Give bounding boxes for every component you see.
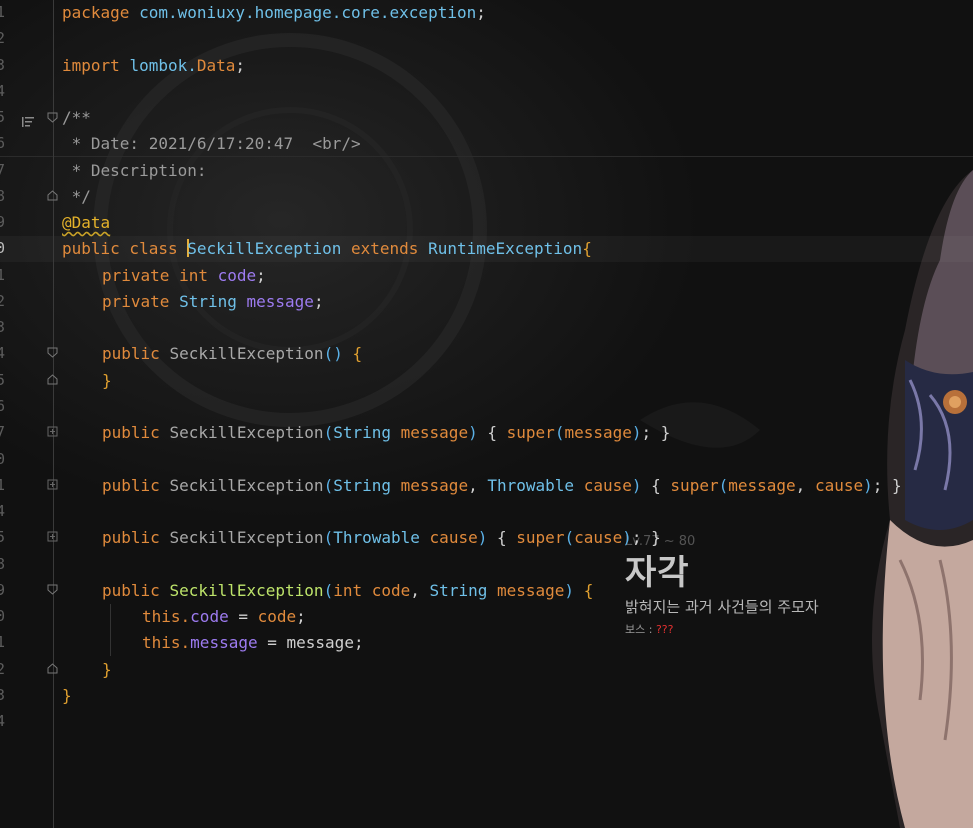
line-number[interactable]: 4: [0, 502, 16, 520]
line-number[interactable]: 4: [0, 344, 16, 362]
fold-expand-icon[interactable]: [47, 479, 58, 490]
line-number[interactable]: 5: [0, 371, 16, 389]
indent-guide: [110, 604, 111, 656]
line-number[interactable]: 3: [0, 686, 16, 704]
line-number[interactable]: 8: [0, 187, 16, 205]
code-line[interactable]: public SeckillException(String message) …: [102, 423, 670, 442]
code-line[interactable]: */: [62, 187, 91, 206]
line-number[interactable]: 1: [0, 633, 16, 651]
line-number[interactable]: 2: [0, 660, 16, 678]
fold-collapse-icon[interactable]: [47, 584, 58, 595]
code-line[interactable]: private int code;: [102, 266, 266, 285]
line-number[interactable]: 3: [0, 56, 16, 74]
line-number[interactable]: 6: [0, 134, 16, 152]
code-line[interactable]: public SeckillException() {: [102, 344, 362, 363]
line-number[interactable]: 7: [0, 423, 16, 441]
line-number[interactable]: 6: [0, 397, 16, 415]
line-number[interactable]: 2: [0, 292, 16, 310]
code-line[interactable]: }: [102, 371, 112, 390]
line-number[interactable]: 7: [0, 161, 16, 179]
line-number[interactable]: 0: [0, 450, 16, 468]
banner-boss: 보스 : ???: [625, 623, 674, 636]
code-line[interactable]: import lombok.Data;: [62, 56, 245, 75]
code-line[interactable]: public SeckillException(int code, String…: [102, 581, 593, 600]
fold-expand-icon[interactable]: [47, 531, 58, 542]
code-line[interactable]: this.message = message;: [142, 633, 364, 652]
code-line[interactable]: public SeckillException(Throwable cause)…: [102, 528, 661, 547]
line-number[interactable]: 3: [0, 318, 16, 336]
line-number[interactable]: 8: [0, 555, 16, 573]
line-number[interactable]: 1: [0, 476, 16, 494]
wallpaper-banner: Lv.77 ~ 80 자각 밝혀지는 과거 사건들의 주모자 보스 : ???: [625, 534, 819, 637]
code-line[interactable]: this.code = code;: [142, 607, 306, 626]
line-number[interactable]: 9: [0, 213, 16, 231]
code-line[interactable]: }: [102, 660, 112, 679]
fold-end-icon[interactable]: [47, 374, 58, 385]
code-line[interactable]: * Description:: [62, 161, 207, 180]
line-number[interactable]: 4: [0, 712, 16, 730]
fold-collapse-icon[interactable]: [47, 112, 58, 123]
banner-title: 자각: [625, 553, 690, 593]
line-number[interactable]: 9: [0, 581, 16, 599]
fold-end-icon[interactable]: [47, 190, 58, 201]
line-number[interactable]: 1: [0, 266, 16, 284]
line-number[interactable]: 5: [0, 528, 16, 546]
code-line[interactable]: package com.woniuxy.homepage.core.except…: [62, 3, 486, 22]
code-line[interactable]: @Data: [62, 213, 110, 232]
line-number[interactable]: 0: [0, 607, 16, 625]
banner-subtitle: 밝혀지는 과거 사건들의 주모자: [625, 598, 819, 616]
code-line[interactable]: /**: [62, 108, 91, 127]
code-line[interactable]: * Date: 2021/6/17:20:47 <br/>: [62, 134, 361, 153]
code-line-current[interactable]: public class SeckillException extends Ru…: [62, 239, 592, 258]
line-number[interactable]: 4: [0, 82, 16, 100]
line-number[interactable]: 2: [0, 29, 16, 47]
fold-expand-icon[interactable]: [47, 426, 58, 437]
code-line[interactable]: private String message;: [102, 292, 324, 311]
code-line[interactable]: }: [62, 686, 72, 705]
fold-collapse-icon[interactable]: [47, 347, 58, 358]
line-number[interactable]: 1: [0, 3, 16, 21]
code-editor[interactable]: 1 2 3 4 5 6 7 8 9 0 1 2 3 4 5 6 7 0 1 4 …: [0, 0, 973, 828]
code-line[interactable]: public SeckillException(String message, …: [102, 476, 902, 495]
line-number-current[interactable]: 0: [0, 239, 16, 257]
line-number[interactable]: 5: [0, 108, 16, 126]
fold-end-icon[interactable]: [47, 663, 58, 674]
